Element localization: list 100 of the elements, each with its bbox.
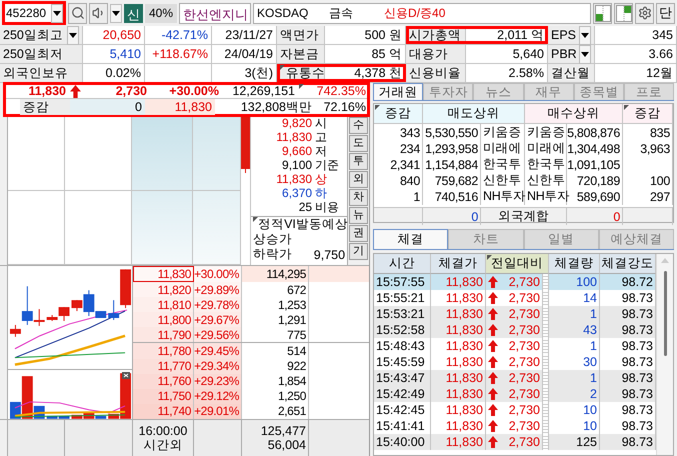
trade-row[interactable]: 15:43:47 11,830 2,730 1 98.73 [374, 370, 656, 386]
bid-price[interactable]: 11,780 [133, 343, 194, 359]
side-tab-button[interactable]: 수 [349, 117, 368, 134]
bid-price[interactable]: 11,750 [133, 388, 194, 404]
column-header: 체결가 [431, 254, 486, 274]
field-label: 액면가 [280, 26, 319, 44]
layout-button[interactable] [593, 2, 612, 24]
layout-button[interactable] [614, 2, 633, 24]
bid-change-rate: +29.89% [194, 282, 242, 298]
bid-price[interactable]: 11,760 [133, 374, 194, 389]
settings-button[interactable] [635, 2, 654, 24]
change-rate: +30.00% [168, 83, 220, 99]
up-arrow-icon [488, 292, 498, 304]
scrollbar[interactable] [656, 254, 673, 455]
day-stat: 25 비용 [298, 200, 340, 214]
dropdown-button[interactable] [110, 4, 122, 22]
table-cell: 1,304,498 [567, 140, 623, 157]
broker-name[interactable]: 미래에 [525, 140, 567, 157]
caret-icon [581, 32, 589, 38]
field-value: 132,808백만 [240, 99, 313, 115]
dropdown-button[interactable] [67, 26, 79, 44]
bid-change-rate: +29.56% [194, 327, 242, 342]
trade-row[interactable]: 15:55:21 11,830 2,730 14 98.73 [374, 290, 656, 306]
broker-name[interactable]: 키움증 [481, 124, 525, 141]
table-cell: 1,154,884 [423, 156, 481, 173]
side-tab-button[interactable]: 차 [349, 189, 368, 206]
search-button[interactable] [68, 2, 87, 24]
trade-row[interactable]: 15:42:49 11,830 2,730 2 98.73 [374, 386, 656, 402]
field-label: EPS [551, 28, 576, 42]
dropdown-button[interactable] [51, 4, 63, 22]
field-value: 3(천) [244, 64, 273, 82]
up-arrow-icon [70, 84, 81, 98]
day-stat: 11,830 상 [275, 172, 328, 186]
trade-row[interactable]: 15:52:58 11,830 2,730 43 98.73 [374, 322, 656, 338]
broker-name[interactable]: 미래에 [481, 140, 525, 157]
field-value: -42.71% [161, 28, 208, 42]
speaker-button[interactable] [89, 2, 108, 24]
dropdown-button[interactable] [579, 44, 591, 64]
broker-name[interactable]: NH투자 [525, 188, 567, 205]
bid-price[interactable]: 11,800 [133, 312, 194, 328]
bid-price[interactable]: 11,770 [133, 358, 194, 374]
field-value: 2.58% [508, 66, 544, 80]
column-header: 전일대비 [486, 254, 549, 274]
bid-change-rate: +30.00% [194, 266, 242, 282]
broker-name[interactable]: NH투자 [481, 188, 525, 205]
up-arrow-icon [488, 324, 498, 336]
field-value: 5,410 [110, 47, 141, 61]
table-cell: 343 [374, 124, 423, 141]
price-range-bar-drawing [241, 116, 250, 173]
bid-change-rate: +29.78% [194, 297, 242, 312]
broker-name[interactable]: 한국투 [481, 156, 525, 173]
trade-row[interactable]: 15:45:59 11,830 2,730 30 98.73 [374, 354, 656, 370]
field-value: 0.02% [106, 66, 141, 80]
trade-row[interactable]: 15:48:43 11,830 2,730 1 98.73 [374, 338, 656, 354]
field-label: 하락가 [253, 246, 292, 263]
field-label: 상승가 [253, 231, 292, 248]
trade-row[interactable]: 15:41:41 11,830 2,730 10 98.73 [374, 418, 656, 434]
unit-button[interactable]: 단 [656, 2, 675, 24]
trade-row[interactable]: 15:53:21 11,830 2,730 1 98.73 [374, 306, 656, 322]
bid-price[interactable]: 11,820 [133, 282, 194, 298]
field-label: 증감 [20, 99, 70, 115]
turnover-rate: 742.35% [298, 83, 369, 99]
broker-name[interactable]: 신한투 [481, 172, 525, 189]
table-cell: 589,690 [567, 188, 623, 205]
side-tab-button[interactable]: 투 [349, 153, 368, 170]
tab[interactable]: 거래원 [373, 83, 424, 100]
broker-name[interactable]: 신한투 [525, 172, 567, 189]
field-value: 3.66 [648, 47, 673, 61]
side-tab-button[interactable]: 뉴 [349, 207, 368, 224]
field-label: 유통수 [280, 64, 325, 82]
field-value: 24/04/19 [224, 47, 273, 61]
side-tab-button[interactable]: 권 [349, 225, 368, 242]
bid-price[interactable]: 11,830 [133, 266, 194, 282]
trade-row[interactable]: 15:42:45 11,830 2,730 10 98.73 [374, 402, 656, 418]
table-cell: 1,293,958 [423, 140, 481, 157]
credit-badge: 신 [124, 4, 143, 22]
column-header: 체결강도 [600, 254, 656, 274]
broker-name[interactable]: 한국투 [525, 156, 567, 173]
bid-price[interactable]: 11,810 [133, 297, 194, 312]
up-arrow-icon [488, 388, 498, 400]
trade-row[interactable]: 15:57:55 11,830 2,730 100 98.72 [374, 274, 656, 290]
bid-change-rate: +29.67% [194, 312, 242, 328]
stock-name: 한선엔지니 [179, 2, 252, 24]
field-value: 5,640 [512, 47, 544, 61]
close-icon[interactable] [122, 372, 130, 379]
trade-row[interactable]: 15:40:00 11,830 2,730 125 98.73 [374, 434, 656, 450]
side-tab-button[interactable]: 도 [349, 135, 368, 152]
stock-code-field[interactable]: 452280 [2, 1, 66, 25]
credit-status: 신용D/증40 [384, 4, 446, 22]
table-cell: 11,830 [431, 434, 486, 450]
broker-name[interactable]: 키움증 [525, 124, 567, 141]
up-arrow-icon [488, 404, 498, 416]
bid-price[interactable]: 11,790 [133, 327, 194, 342]
side-tab-button[interactable]: 외 [349, 171, 368, 188]
bid-price[interactable]: 11,740 [133, 404, 194, 419]
dropdown-button[interactable] [579, 26, 591, 44]
tab[interactable]: 체결 [373, 229, 448, 249]
bid-volume: 114,295 [242, 266, 309, 282]
bid-change-rate: +29.01% [194, 404, 242, 419]
side-tab-button[interactable]: 기 [349, 243, 368, 260]
